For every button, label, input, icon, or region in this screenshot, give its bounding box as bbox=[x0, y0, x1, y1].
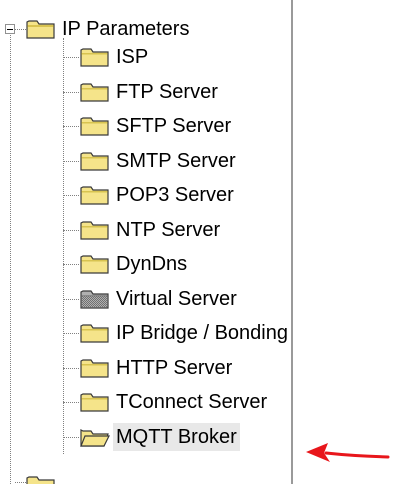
folder-icon bbox=[80, 322, 110, 344]
tree-branch bbox=[63, 195, 79, 196]
folder-icon bbox=[80, 81, 110, 103]
tree-node-pop3-server[interactable]: POP3 Server bbox=[80, 180, 237, 210]
tree-node-label: ISP bbox=[116, 46, 149, 68]
folder-icon bbox=[80, 357, 110, 379]
folder-open-icon bbox=[26, 18, 56, 40]
tree-branch bbox=[63, 437, 79, 438]
tree-node-label: TConnect Server bbox=[116, 391, 268, 413]
folder-gray-icon bbox=[80, 288, 110, 310]
tree-node-label: HTTP Server bbox=[116, 357, 233, 379]
tree-branch-next bbox=[15, 482, 26, 483]
tree-node-http-server[interactable]: HTTP Server bbox=[80, 353, 235, 383]
tree-node-label: FTP Server bbox=[116, 81, 218, 103]
tree-branch bbox=[63, 264, 79, 265]
tree-node-label: DynDns bbox=[116, 253, 188, 275]
tree-node-ip-parameters[interactable]: IP Parameters bbox=[26, 14, 192, 44]
folder-icon bbox=[80, 219, 110, 241]
tree-branch bbox=[63, 92, 79, 93]
tree-node-smtp-server[interactable]: SMTP Server bbox=[80, 146, 239, 176]
tree-branch bbox=[63, 333, 79, 334]
tree-node-dyndns[interactable]: DynDns bbox=[80, 249, 190, 279]
collapse-toggle[interactable] bbox=[5, 24, 15, 34]
tree-node-label: SFTP Server bbox=[116, 115, 232, 137]
tree-node-isp[interactable]: ISP bbox=[80, 42, 151, 72]
tree-branch bbox=[63, 126, 79, 127]
tree-node-sftp-server[interactable]: SFTP Server bbox=[80, 111, 234, 141]
tree-node-label: IP Bridge / Bonding bbox=[116, 322, 288, 344]
folder-open-icon bbox=[80, 426, 110, 448]
red-arrow-icon bbox=[306, 443, 390, 462]
folder-icon bbox=[80, 391, 110, 413]
tree-branch bbox=[63, 299, 79, 300]
folder-icon bbox=[80, 46, 110, 68]
folder-icon bbox=[80, 253, 110, 275]
tree-node-ip-bridge-bonding[interactable]: IP Bridge / Bonding bbox=[80, 318, 291, 348]
tree-node-label: POP3 Server bbox=[116, 184, 234, 206]
tree-node-virtual-server[interactable]: Virtual Server bbox=[80, 284, 240, 314]
tree-node-label: IP Parameters bbox=[62, 18, 190, 40]
tree-node-tconnect-server[interactable]: TConnect Server bbox=[80, 387, 270, 417]
tree-node-ntp-server[interactable]: NTP Server bbox=[80, 215, 223, 245]
tree-node-ftp-server[interactable]: FTP Server bbox=[80, 77, 221, 107]
tree-branch bbox=[63, 230, 79, 231]
tree-branch bbox=[63, 161, 79, 162]
pane-border bbox=[291, 0, 293, 484]
folder-icon bbox=[80, 115, 110, 137]
tree-branch bbox=[63, 402, 79, 403]
tree-root-branch bbox=[15, 29, 26, 30]
tree-node-label: SMTP Server bbox=[116, 150, 236, 172]
tree-branch bbox=[63, 57, 79, 58]
folder-icon bbox=[80, 184, 110, 206]
tree-children-connector bbox=[63, 38, 64, 454]
folder-icon bbox=[80, 150, 110, 172]
tree-branch bbox=[63, 368, 79, 369]
tree-node-label: MQTT Broker bbox=[113, 423, 240, 451]
tree-root-connector bbox=[10, 35, 11, 484]
tree-node-mqtt-broker[interactable]: MQTT Broker bbox=[80, 422, 240, 452]
tree-node-label: NTP Server bbox=[116, 219, 221, 241]
tree-node-label: Virtual Server bbox=[116, 288, 237, 310]
folder-icon bbox=[26, 474, 56, 484]
